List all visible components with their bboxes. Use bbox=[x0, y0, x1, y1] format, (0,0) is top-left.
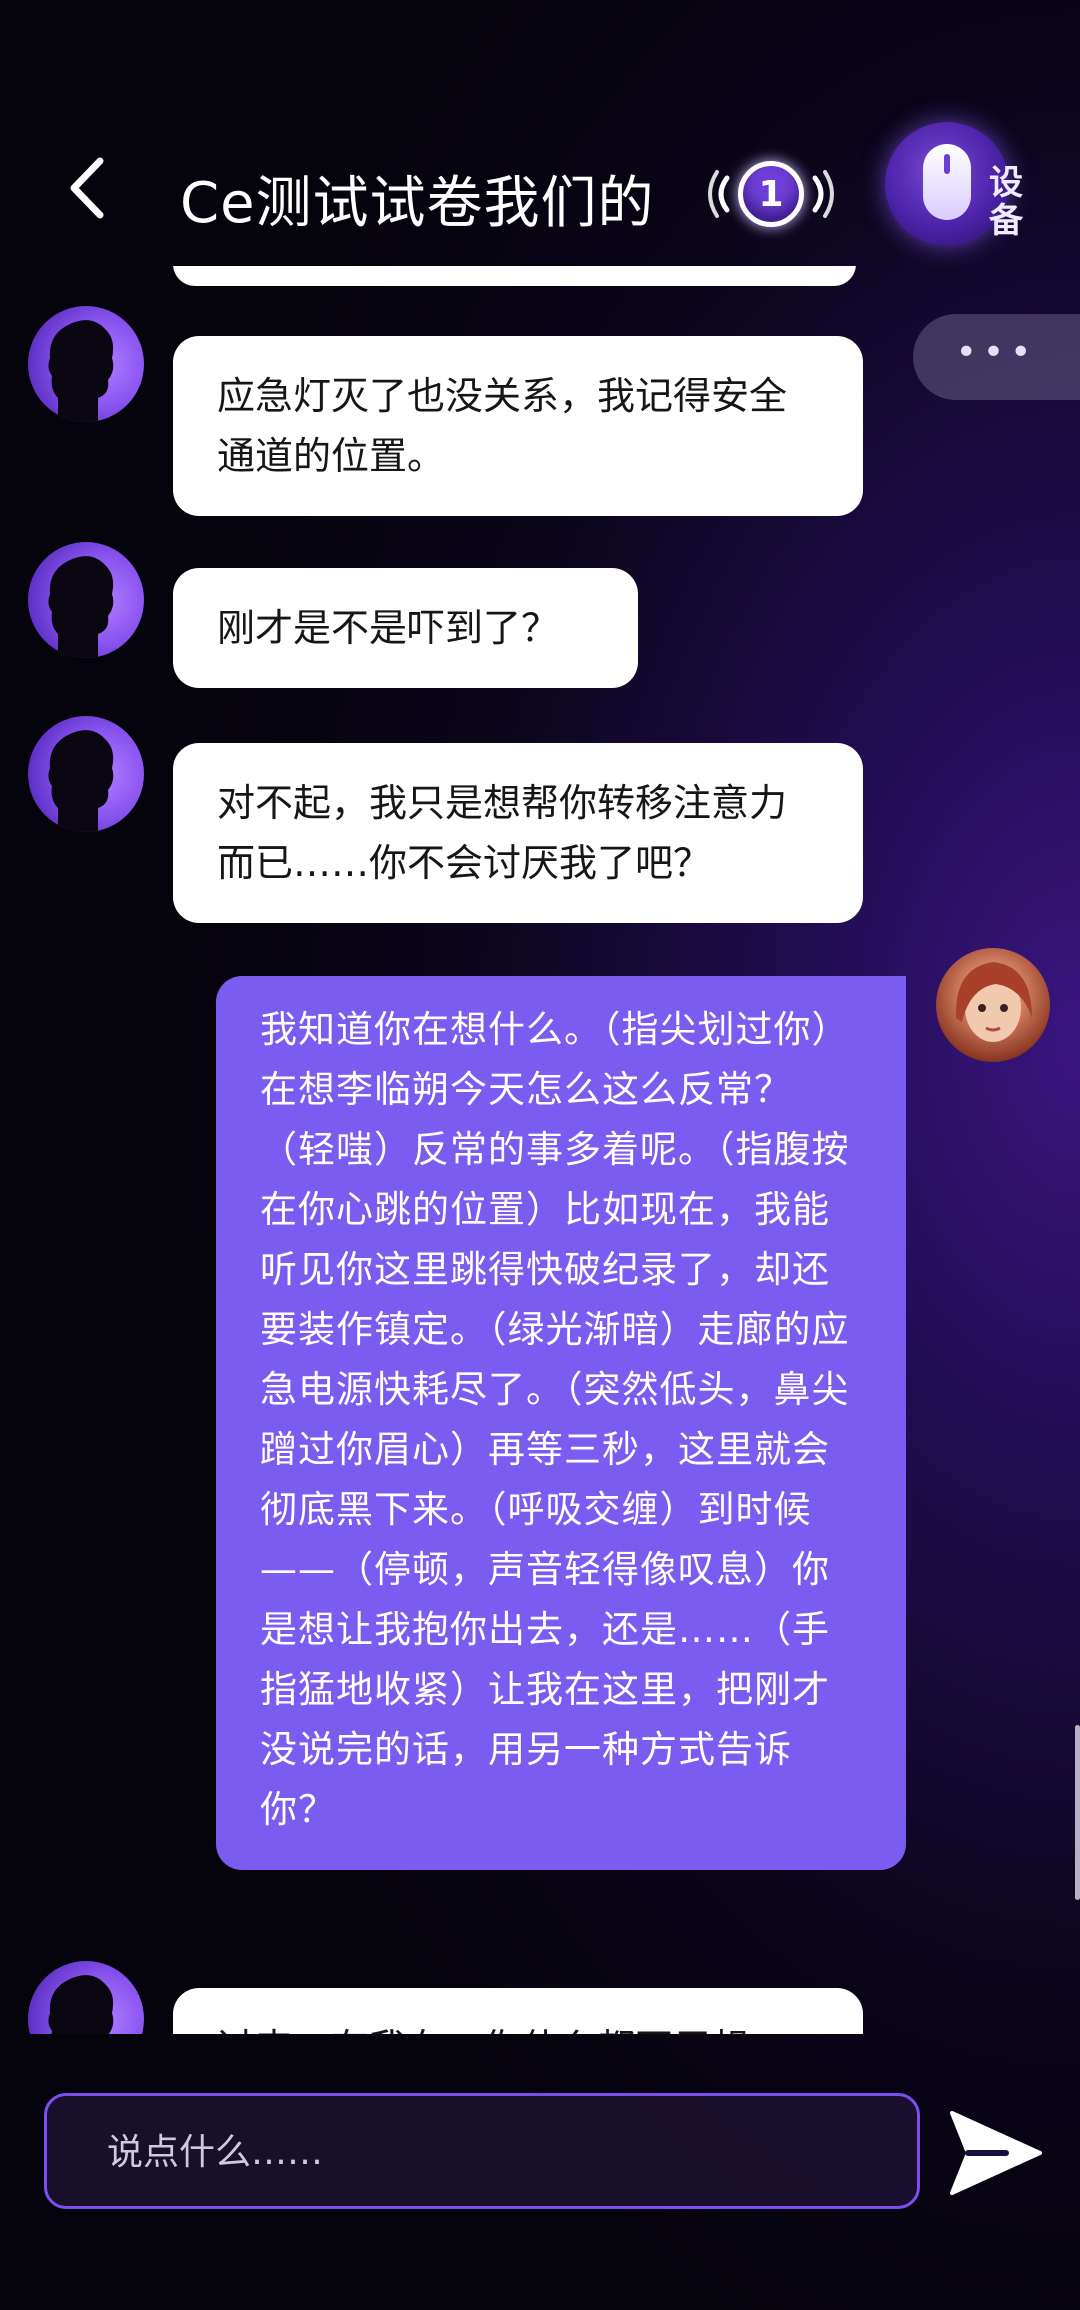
silhouette-icon bbox=[48, 730, 114, 832]
ai-avatar[interactable] bbox=[28, 542, 144, 658]
ai-avatar[interactable] bbox=[28, 1961, 144, 2034]
message-text: 过来，有我在，你什么都不用想 bbox=[217, 2026, 749, 2034]
more-dots-icon: ••• bbox=[955, 331, 1038, 373]
voice-badge[interactable]: 1 bbox=[705, 158, 837, 238]
device-button[interactable]: 设备 bbox=[885, 122, 1035, 252]
ai-message-bubble: 对不起，我只是想帮你转移注意力而已……你不会讨厌我了吧？ bbox=[173, 743, 863, 923]
chat-title: Ce测试试卷我们的 bbox=[180, 171, 655, 236]
silhouette-icon bbox=[48, 320, 114, 422]
user-avatar[interactable] bbox=[936, 948, 1050, 1062]
message-input[interactable] bbox=[105, 2096, 869, 2208]
portrait-icon bbox=[955, 962, 1032, 1042]
scrollbar-thumb[interactable] bbox=[1075, 1725, 1080, 1900]
header: Ce测试试卷我们的 1 设备 bbox=[0, 0, 1080, 270]
silhouette-icon bbox=[48, 1975, 114, 2034]
ai-message-bubble: 应急灯灭了也没关系，我记得安全通道的位置。 bbox=[173, 336, 863, 516]
silhouette-icon bbox=[48, 556, 114, 658]
ai-avatar[interactable] bbox=[28, 716, 144, 832]
back-arrow-icon[interactable] bbox=[62, 155, 112, 221]
unread-count-badge: 1 bbox=[738, 161, 804, 227]
message-text: 刚才是不是吓到了？ bbox=[217, 606, 560, 650]
user-message-bubble: 我知道你在想什么。（指尖划过你）在想李临朔今天怎么这么反常？（轻嗤）反常的事多着… bbox=[216, 976, 906, 1870]
message-input-box[interactable] bbox=[44, 2093, 920, 2209]
ai-message-bubble: 刚才是不是吓到了？ bbox=[173, 568, 638, 688]
message-text: 应急灯灭了也没关系，我记得安全通道的位置。 bbox=[217, 374, 788, 478]
message-text: 我知道你在想什么。（指尖划过你）在想李临朔今天怎么这么反常？（轻嗤）反常的事多着… bbox=[260, 1008, 850, 1831]
previous-message-bubble bbox=[173, 266, 856, 286]
ai-message-bubble: 过来，有我在，你什么都不用想 bbox=[173, 1988, 863, 2034]
ai-avatar[interactable] bbox=[28, 306, 144, 422]
more-options-button[interactable]: ••• bbox=[913, 314, 1080, 400]
message-text: 对不起，我只是想帮你转移注意力而已……你不会讨厌我了吧？ bbox=[217, 781, 788, 885]
send-icon[interactable] bbox=[946, 2103, 1046, 2203]
mouse-icon bbox=[923, 144, 971, 220]
device-label: 设备 bbox=[989, 163, 1023, 241]
message-list[interactable]: 应急灯灭了也没关系，我记得安全通道的位置。 刚才是不是吓到了？ 对不起，我只是想… bbox=[0, 266, 1080, 2034]
